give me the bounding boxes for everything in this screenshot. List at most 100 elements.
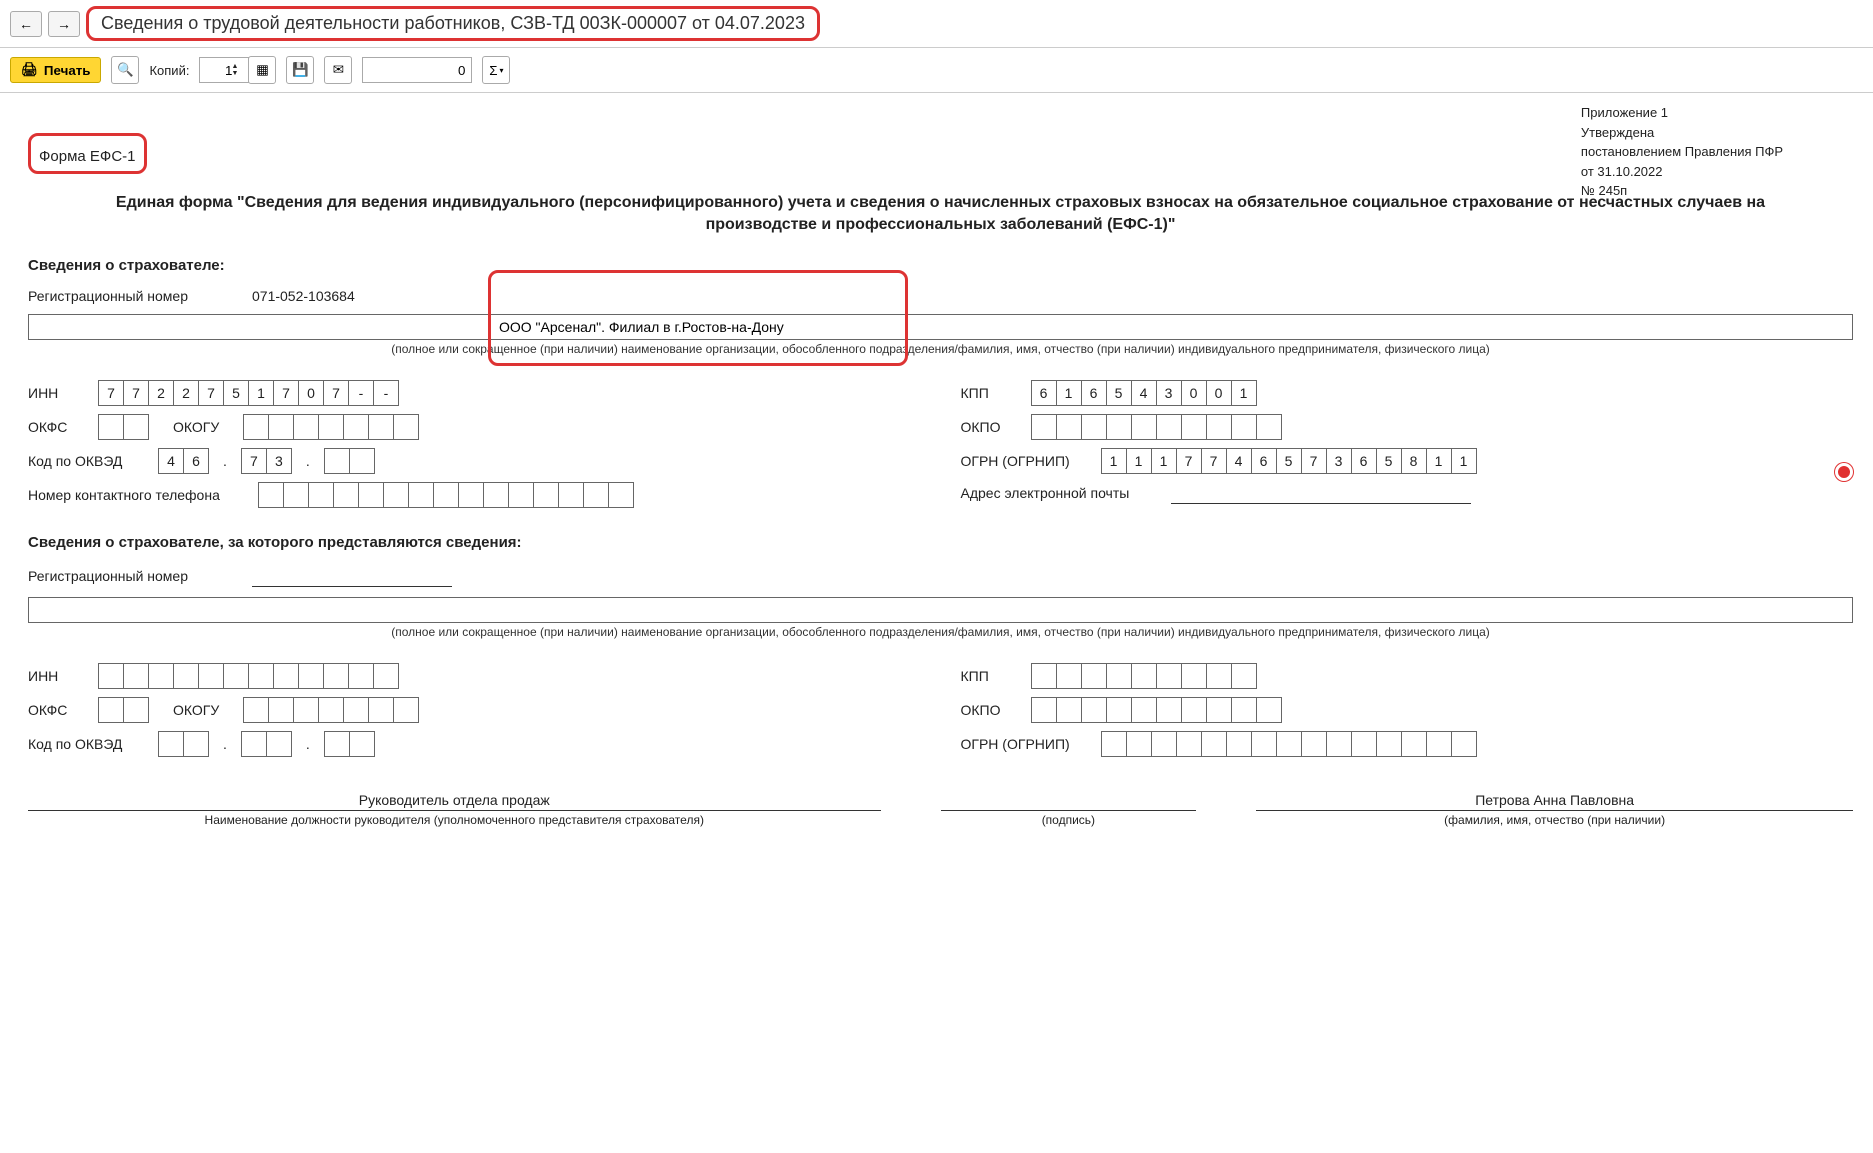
cell[interactable]: 1 [1056,380,1082,406]
cell[interactable] [298,663,324,689]
cell[interactable]: 7 [1301,448,1327,474]
cell[interactable] [1276,731,1302,757]
cell[interactable] [1081,414,1107,440]
print-button[interactable]: 🖨 Печать [10,57,101,83]
cell[interactable] [268,697,294,723]
cell[interactable] [1106,663,1132,689]
cell[interactable] [1101,731,1127,757]
cell[interactable]: 4 [1226,448,1252,474]
cell[interactable] [1106,414,1132,440]
cell[interactable] [98,663,124,689]
cell[interactable] [1126,731,1152,757]
cell[interactable]: 7 [1201,448,1227,474]
copies-spinner[interactable]: ▲▼ [231,63,238,77]
cell[interactable] [608,482,634,508]
cell[interactable] [358,482,384,508]
cell[interactable] [333,482,359,508]
cell[interactable]: 8 [1401,448,1427,474]
cell[interactable]: - [373,380,399,406]
cell[interactable] [1251,731,1277,757]
cell[interactable] [458,482,484,508]
okfs2-cells[interactable] [98,697,149,723]
cell[interactable] [583,482,609,508]
cell[interactable] [1081,663,1107,689]
cell[interactable]: 3 [1326,448,1352,474]
cell[interactable] [348,663,374,689]
cell[interactable] [273,663,299,689]
cell[interactable]: 6 [1251,448,1277,474]
cell[interactable] [1206,663,1232,689]
cell[interactable] [483,482,509,508]
numeric-input[interactable] [362,57,472,83]
cell[interactable] [308,482,334,508]
okved3-cells[interactable] [324,448,375,474]
cell[interactable]: 5 [223,380,249,406]
inn-cells[interactable]: 7722751707-- [98,380,399,406]
cell[interactable] [98,697,124,723]
cell[interactable] [1031,663,1057,689]
cell[interactable] [223,663,249,689]
cell[interactable] [393,414,419,440]
cell[interactable] [1056,697,1082,723]
cell[interactable] [1181,414,1207,440]
cell[interactable] [98,414,124,440]
cell[interactable] [368,697,394,723]
cell[interactable]: 7 [323,380,349,406]
cell[interactable]: 4 [1131,380,1157,406]
cell[interactable] [1131,697,1157,723]
inn2-cells[interactable] [98,663,399,689]
cell[interactable]: 1 [1426,448,1452,474]
cell[interactable]: 4 [158,448,184,474]
cell[interactable] [558,482,584,508]
okogu-cells[interactable] [243,414,419,440]
cell[interactable] [1056,663,1082,689]
cell[interactable] [383,482,409,508]
cell[interactable] [1181,663,1207,689]
cell[interactable]: 3 [1156,380,1182,406]
cell[interactable] [393,697,419,723]
cell[interactable] [268,414,294,440]
cell[interactable] [349,448,375,474]
cell[interactable] [1226,731,1252,757]
cell[interactable]: 1 [1451,448,1477,474]
cell[interactable] [248,663,274,689]
cell[interactable] [433,482,459,508]
cell[interactable]: 0 [298,380,324,406]
kpp2-cells[interactable] [1031,663,1257,689]
cell[interactable]: 1 [1126,448,1152,474]
okpo2-cells[interactable] [1031,697,1282,723]
cell[interactable] [1106,697,1132,723]
cell[interactable] [148,663,174,689]
cell[interactable] [508,482,534,508]
cell[interactable]: 0 [1181,380,1207,406]
preview-button[interactable]: 🔍 [111,56,139,84]
cell[interactable]: 5 [1376,448,1402,474]
cell[interactable]: 7 [1176,448,1202,474]
save-button[interactable]: 💾 [286,56,314,84]
cell[interactable] [1031,414,1057,440]
cell[interactable] [343,697,369,723]
cell[interactable] [1201,731,1227,757]
cell[interactable]: 5 [1106,380,1132,406]
cell[interactable] [1256,414,1282,440]
email-field[interactable] [1171,482,1471,504]
okved2-2-cells[interactable] [241,731,292,757]
cell[interactable] [1131,414,1157,440]
cell[interactable] [1081,697,1107,723]
okfs-cells[interactable] [98,414,149,440]
cell[interactable] [283,482,309,508]
cell[interactable]: 1 [1101,448,1127,474]
cell[interactable] [1231,414,1257,440]
cell[interactable] [368,414,394,440]
nav-back-button[interactable]: ← [10,11,42,37]
cell[interactable]: 7 [273,380,299,406]
cell[interactable] [1231,697,1257,723]
nav-forward-button[interactable]: → [48,11,80,37]
cell[interactable]: 7 [123,380,149,406]
cell[interactable] [1131,663,1157,689]
cell[interactable] [1231,663,1257,689]
cell[interactable] [318,414,344,440]
cell[interactable] [1326,731,1352,757]
cell[interactable]: 6 [183,448,209,474]
okogu2-cells[interactable] [243,697,419,723]
